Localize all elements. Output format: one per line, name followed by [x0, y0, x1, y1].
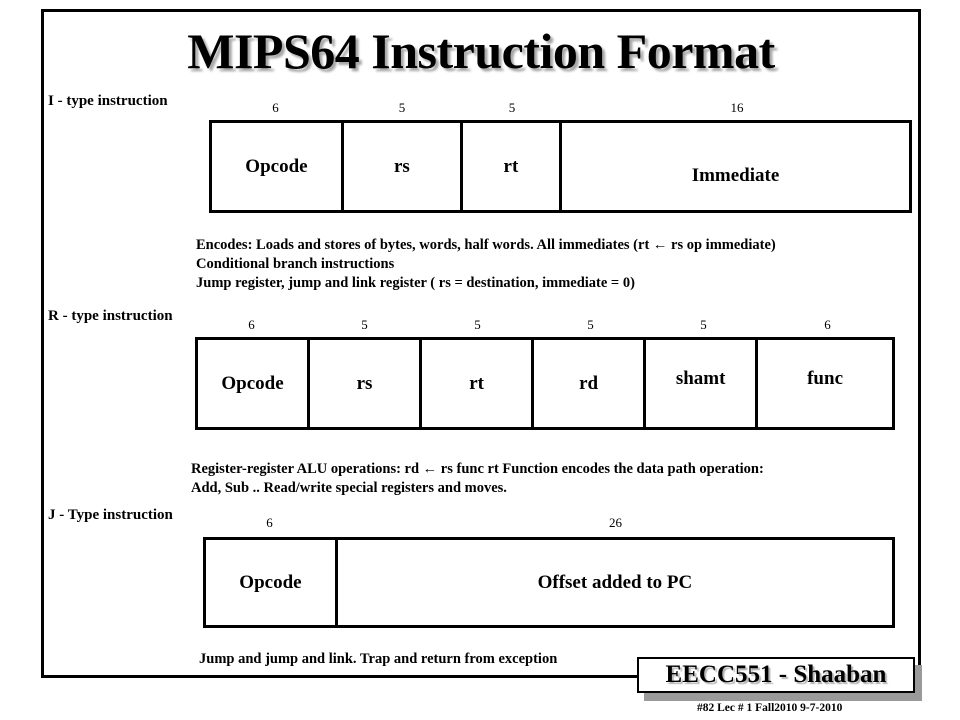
field-cell-offset: Offset added to PC — [337, 540, 892, 625]
i-type-format-table: Opcode rs rt Immediate — [209, 120, 912, 213]
bit-width-value: 5 — [474, 317, 481, 332]
j-type-bit-widths: 6 26 — [203, 515, 895, 531]
field-cell-opcode: Opcode — [206, 540, 338, 625]
bit-width-value: 5 — [700, 317, 707, 332]
bit-width-value: 6 — [272, 100, 279, 115]
j-type-format-table: Opcode Offset added to PC — [203, 537, 895, 628]
field-cell-rs: rs — [310, 340, 423, 427]
field-cell-rt: rt — [422, 340, 535, 427]
r-type-description-line: Register-register ALU operations: rd ← r… — [191, 461, 764, 477]
bit-width-value: 6 — [266, 515, 273, 530]
field-cell-opcode: Opcode — [198, 340, 311, 427]
field-cell-immediate: Immediate — [562, 123, 909, 210]
r-type-format-table: Opcode rs rt rd shamt func — [195, 337, 895, 430]
r-type-label: R - type instruction — [48, 308, 173, 324]
i-type-bit-widths: 6 5 5 16 — [209, 100, 912, 116]
field-cell-rt: rt — [462, 123, 563, 210]
i-type-description-line: Conditional branch instructions — [196, 256, 395, 272]
i-type-label: I - type instruction — [48, 93, 168, 109]
j-type-description-line: Jump and jump and link. Trap and return … — [199, 651, 558, 667]
j-type-label: J - Type instruction — [48, 507, 173, 523]
i-type-description-line: Encodes: Loads and stores of bytes, word… — [196, 237, 776, 253]
page-title: MIPS64 Instruction Format — [187, 23, 775, 79]
bit-width-value: 5 — [398, 100, 406, 115]
bit-width-value: 6 — [248, 317, 255, 332]
bit-width-value: 5 — [587, 317, 594, 332]
footer-badge-text: EECC551 - Shaaban — [665, 661, 887, 688]
field-cell-opcode: Opcode — [212, 123, 344, 210]
r-type-description-line: Add, Sub .. Read/write special registers… — [191, 480, 507, 496]
bit-width-value: 26 — [609, 515, 622, 530]
field-cell-rs: rs — [343, 123, 463, 210]
bit-width-value: 5 — [361, 317, 368, 332]
r-type-bit-widths: 6 5 5 5 5 6 — [195, 317, 895, 333]
bit-width-value: 6 — [824, 317, 831, 332]
footer-lecture-note: #82 Lec # 1 Fall2010 9-7-2010 — [697, 702, 843, 714]
bit-width-value: 16 — [730, 100, 744, 115]
i-type-description-line: Jump register, jump and link register ( … — [196, 275, 635, 291]
field-cell-rd: rd — [534, 340, 647, 427]
field-cell-shamt: shamt — [646, 340, 759, 427]
footer-badge: EECC551 - Shaaban — [637, 657, 915, 693]
bit-width-value: 5 — [508, 100, 516, 115]
slide-canvas: MIPS64 Instruction Format I - type instr… — [0, 0, 960, 720]
field-cell-func: func — [758, 340, 892, 427]
